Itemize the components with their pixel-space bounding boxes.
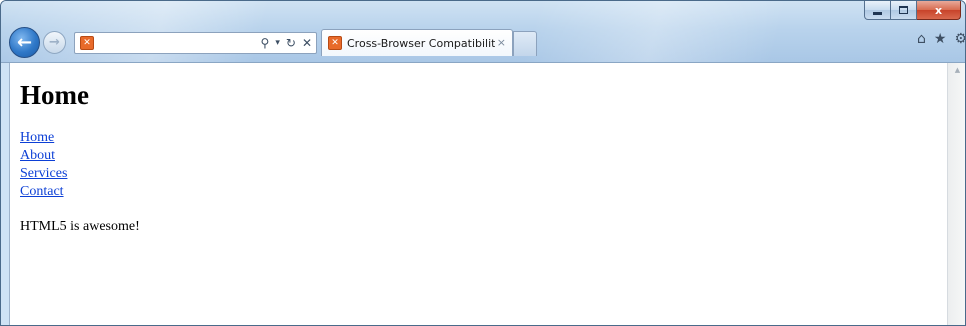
browser-chrome: x ← → ✕ ⚲ ▾ ↻ ✕ ✕ Cross-Browser Compatib… <box>1 1 965 63</box>
refresh-icon[interactable]: ↻ <box>286 37 296 49</box>
xampp-icon: ✕ <box>328 36 342 50</box>
stop-icon[interactable]: ✕ <box>302 37 312 49</box>
nav-link-about[interactable]: About <box>20 147 67 165</box>
close-icon: x <box>934 3 943 17</box>
gear-icon[interactable]: ⚙ <box>954 32 965 46</box>
search-icon[interactable]: ⚲ <box>261 37 270 49</box>
back-arrow-icon: ← <box>16 32 33 53</box>
nav-link-home[interactable]: Home <box>20 129 67 147</box>
page-title: Home <box>20 80 89 110</box>
minimize-button[interactable] <box>864 1 891 20</box>
forward-button[interactable]: → <box>43 31 66 54</box>
window-caption-buttons: x <box>864 1 961 20</box>
browser-toolbar: ⌂ ★ ⚙ <box>917 32 965 46</box>
xampp-icon: ✕ <box>80 36 94 50</box>
page-nav: Home About Services Contact <box>20 129 67 201</box>
address-input[interactable] <box>99 35 249 51</box>
tab-active[interactable]: ✕ Cross-Browser Compatibilit... × <box>321 29 513 56</box>
maximize-button[interactable] <box>891 1 917 20</box>
close-window-button[interactable]: x <box>917 1 961 20</box>
back-button[interactable]: ← <box>9 27 40 58</box>
page-paragraph: HTML5 is awesome! <box>20 219 140 234</box>
nav-link-services[interactable]: Services <box>20 165 67 183</box>
scroll-up-arrow-icon[interactable]: ▲ <box>948 63 965 77</box>
tab-title: Cross-Browser Compatibilit... <box>347 37 495 50</box>
address-tools: ⚲ ▾ ↻ ✕ <box>261 34 312 52</box>
nav-link-contact[interactable]: Contact <box>20 183 67 201</box>
forward-arrow-icon: → <box>49 35 60 50</box>
page-viewport: Home Home About Services Contact HTML5 i… <box>9 63 947 325</box>
star-icon[interactable]: ★ <box>934 32 947 46</box>
new-tab-button[interactable] <box>513 31 537 56</box>
minimize-icon <box>873 11 882 15</box>
tab-close-button[interactable]: × <box>497 36 506 49</box>
address-bar[interactable]: ✕ ⚲ ▾ ↻ ✕ <box>74 32 317 54</box>
vertical-scrollbar[interactable]: ▲ <box>947 63 965 325</box>
chevron-down-icon[interactable]: ▾ <box>275 38 280 48</box>
home-icon[interactable]: ⌂ <box>917 32 926 46</box>
browser-window: x ← → ✕ ⚲ ▾ ↻ ✕ ✕ Cross-Browser Compatib… <box>0 0 966 326</box>
maximize-icon <box>899 6 908 14</box>
